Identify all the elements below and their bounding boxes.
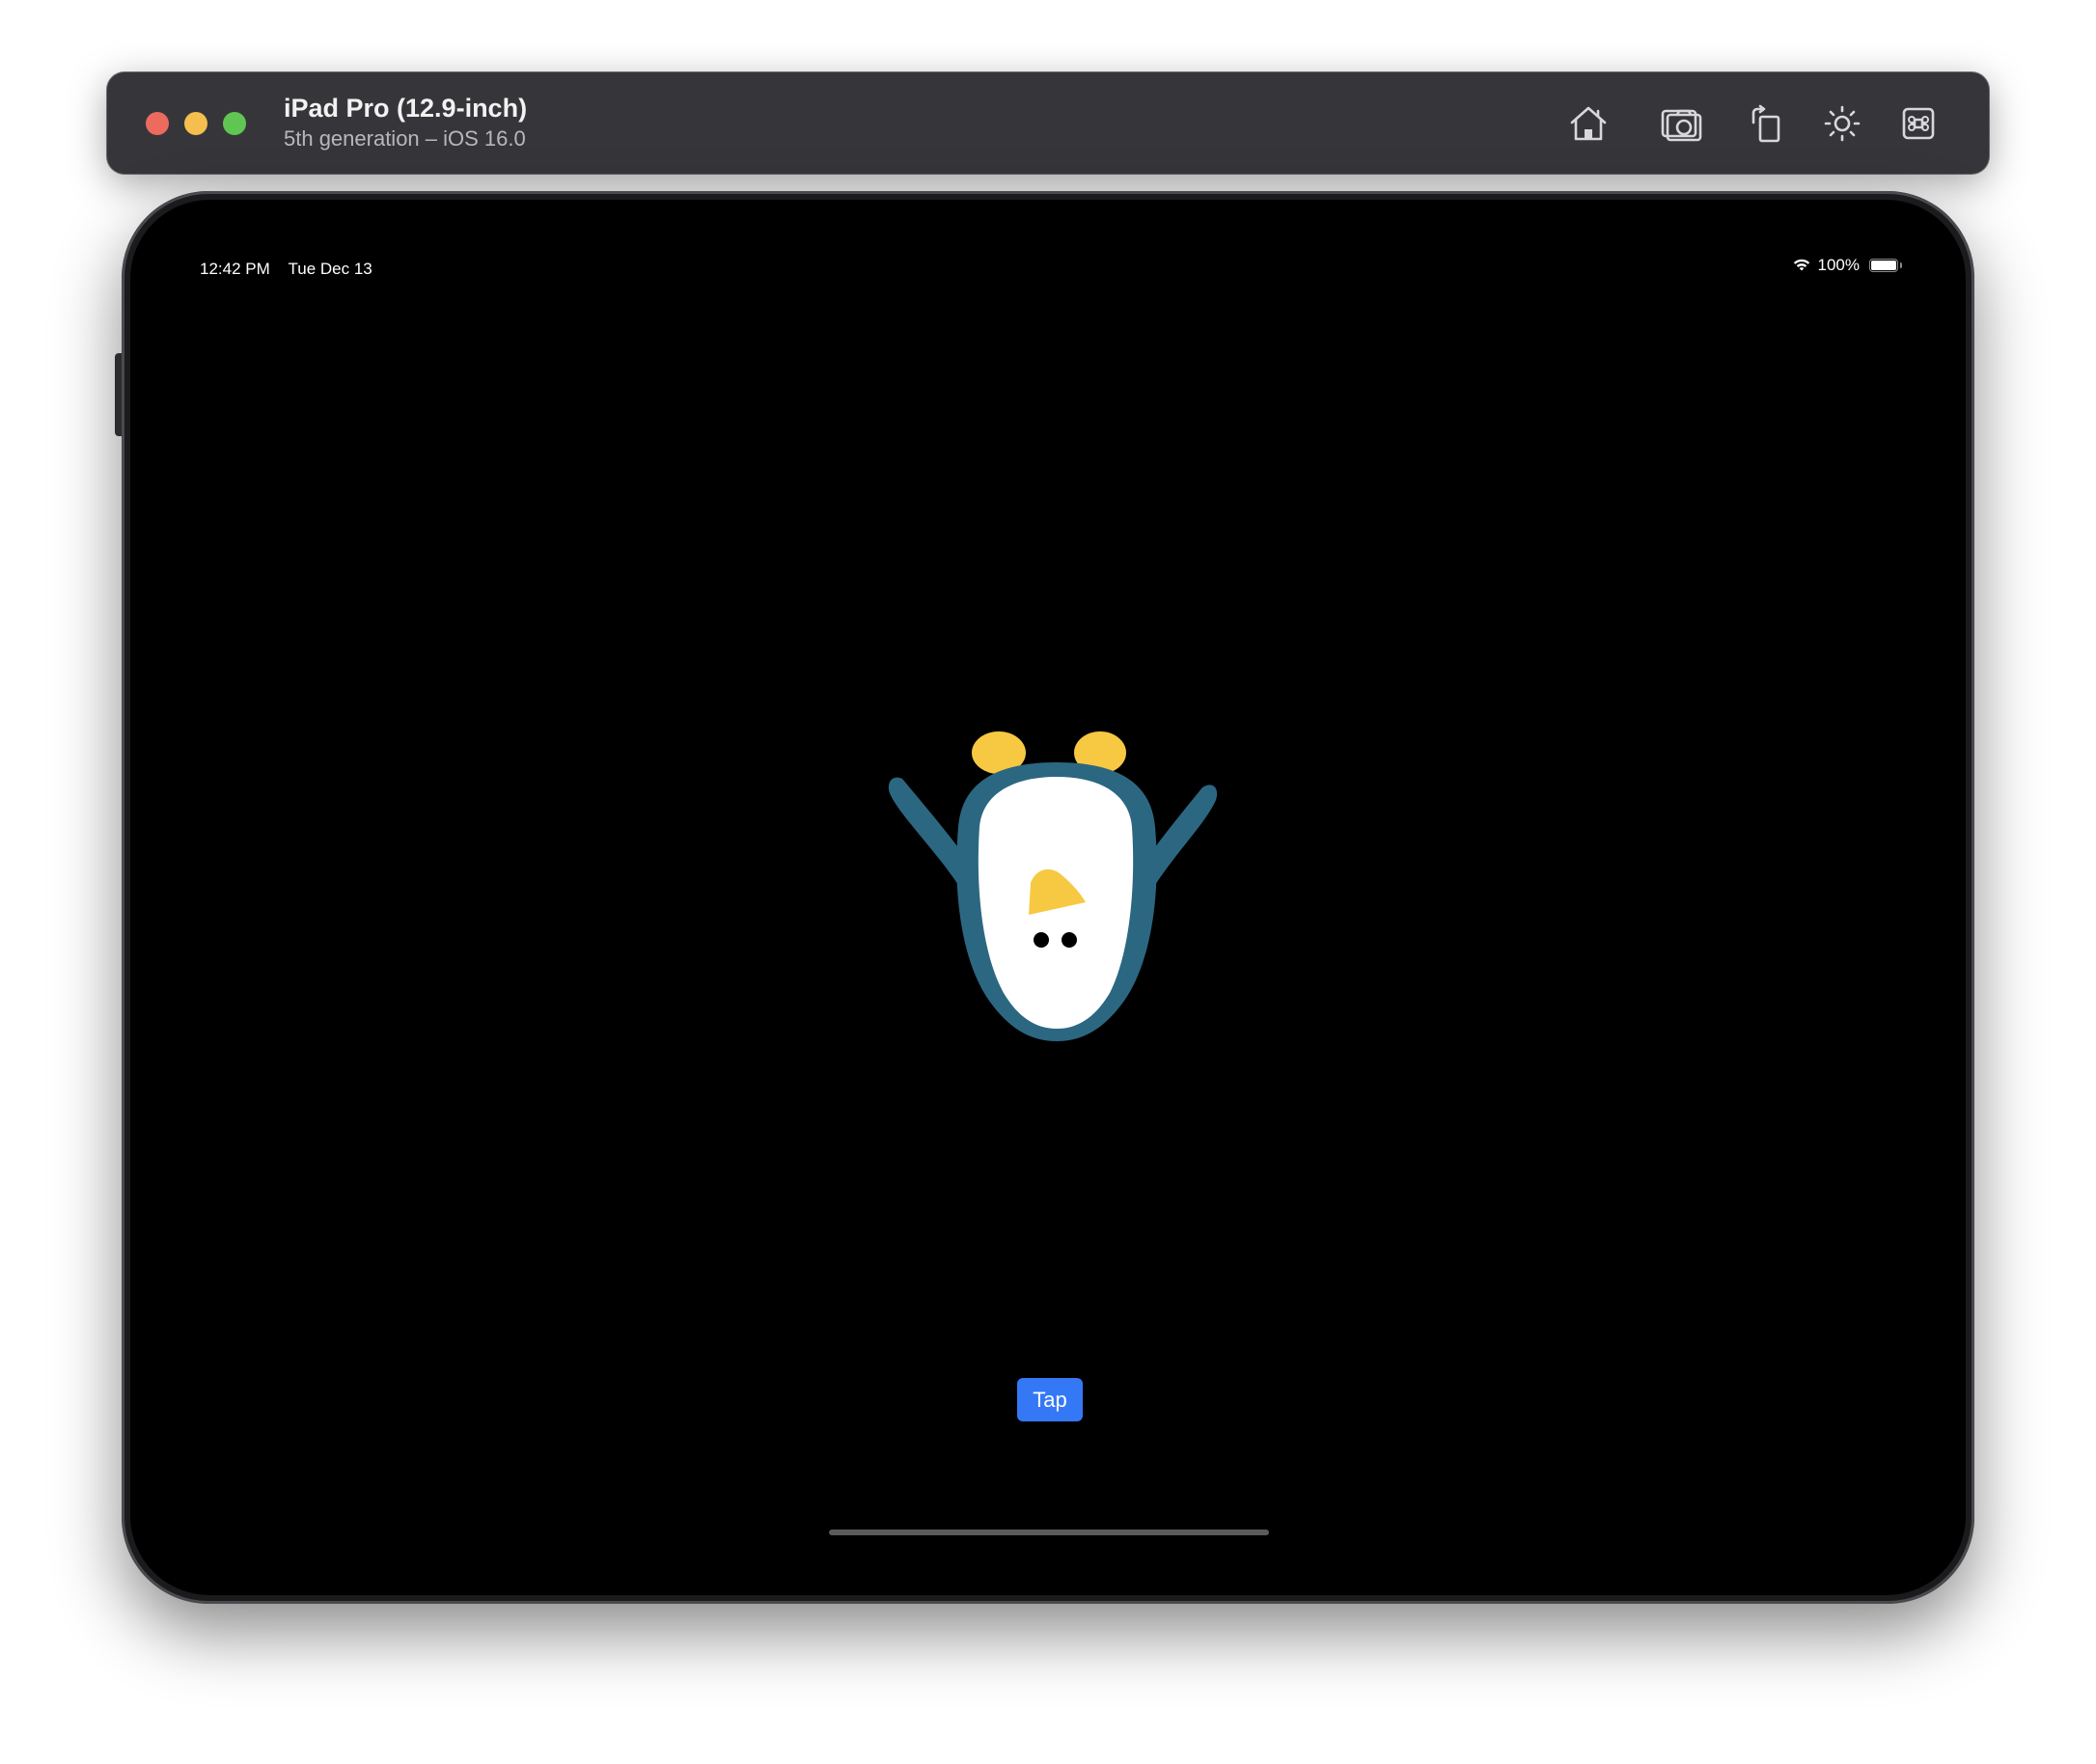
- battery-icon: [1869, 259, 1902, 272]
- zoom-window-button[interactable]: [223, 112, 246, 135]
- penguin-eye-left: [1034, 932, 1049, 948]
- device-os-version: 5th generation – iOS 16.0: [284, 126, 526, 151]
- ipad-screen[interactable]: 12:42 PM Tue Dec 13 100% Tap: [130, 200, 1966, 1595]
- status-date: Tue Dec 13: [288, 260, 372, 278]
- volume-button[interactable]: [115, 353, 122, 436]
- status-bar-right: 100%: [1791, 256, 1902, 275]
- simulator-title-bar: iPad Pro (12.9-inch) 5th generation – iO…: [107, 72, 1989, 174]
- simulator-stage: iPad Pro (12.9-inch) 5th generation – iO…: [0, 0, 2096, 1764]
- rotate-icon[interactable]: [1744, 101, 1788, 146]
- tap-button[interactable]: Tap: [1017, 1378, 1083, 1421]
- penguin-illustration: [883, 721, 1230, 1068]
- status-time: 12:42 PM: [200, 260, 270, 278]
- battery-percentage: 100%: [1817, 256, 1860, 274]
- appearance-icon[interactable]: [1820, 101, 1864, 146]
- home-icon[interactable]: [1566, 101, 1611, 146]
- home-indicator[interactable]: [829, 1530, 1269, 1535]
- battery-nub: [1900, 262, 1902, 268]
- penguin-eye-right: [1062, 932, 1077, 948]
- minimize-window-button[interactable]: [184, 112, 207, 135]
- screenshot-icon[interactable]: [1659, 101, 1703, 146]
- ipad-device-frame: 12:42 PM Tue Dec 13 100% Tap: [115, 191, 1974, 1604]
- battery-level-fill: [1871, 261, 1896, 270]
- status-bar-left: 12:42 PM Tue Dec 13: [200, 260, 372, 279]
- device-name: iPad Pro (12.9-inch): [284, 94, 528, 123]
- keyboard-shortcut-icon[interactable]: [1896, 101, 1941, 146]
- window-tab-indicators: [266, 183, 405, 196]
- close-window-button[interactable]: [146, 112, 169, 135]
- wifi-icon: [1791, 258, 1812, 273]
